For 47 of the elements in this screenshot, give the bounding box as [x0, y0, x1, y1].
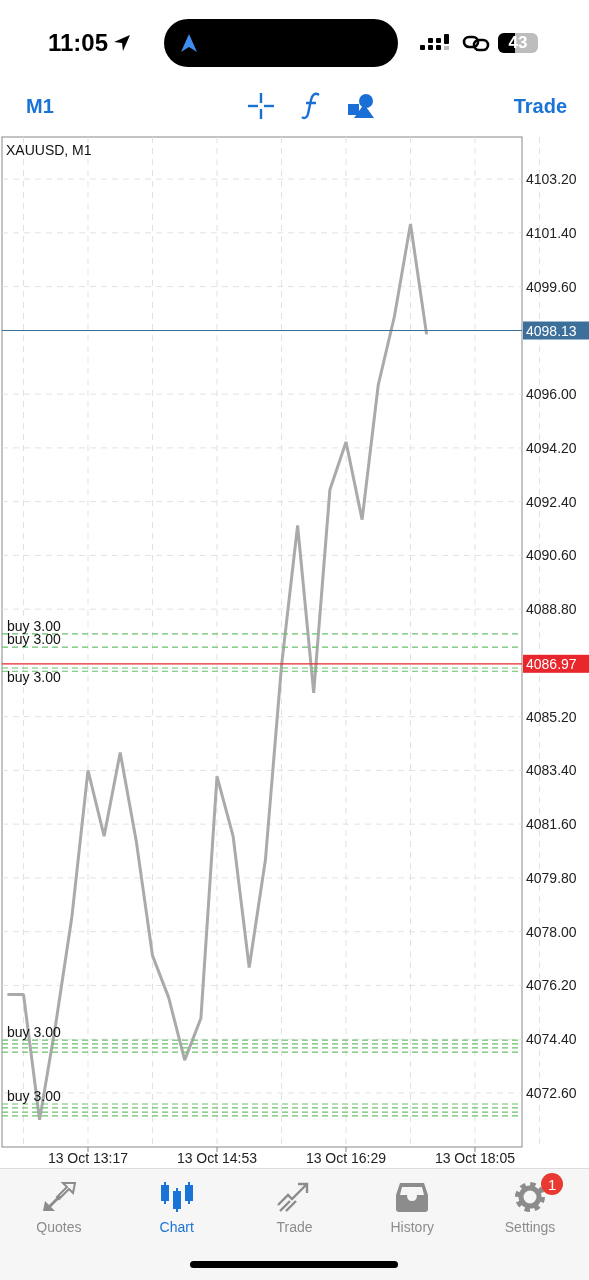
order-label: buy 3.00 — [7, 617, 61, 634]
price-tick: 4083.40 — [526, 762, 577, 779]
ref-line-label: 4098.13 — [526, 322, 577, 339]
price-tick: 4101.40 — [526, 224, 577, 241]
symbol-label: XAUUSD, M1 — [6, 142, 92, 158]
price-tick: 4090.60 — [526, 547, 577, 564]
diagonal-arrows-icon — [40, 1181, 77, 1213]
price-tick: 4092.40 — [526, 493, 577, 510]
price-tick: 4079.80 — [526, 869, 577, 886]
price-tick: 4085.20 — [526, 708, 577, 725]
tab-item[interactable]: History — [353, 1177, 472, 1237]
shapes-icon[interactable] — [346, 92, 375, 120]
order-label: buy 3.00 — [7, 1024, 61, 1041]
price-tag: 4086.97 — [523, 654, 589, 673]
navigation-arrow-icon — [180, 33, 199, 53]
price-tick: 4078.00 — [526, 923, 577, 940]
timeframe-button[interactable]: M1 — [20, 90, 60, 122]
price-tick: 4094.20 — [526, 439, 577, 456]
tab-item[interactable]: Quotes — [0, 1177, 118, 1237]
time-tick: 13 Oct 13:17 — [47, 1150, 129, 1166]
time-tick: 13 Oct 18:05 — [434, 1150, 516, 1166]
order-label: buy 3.00 — [7, 1088, 61, 1104]
price-tick: 4081.60 — [526, 816, 577, 833]
time-tick: 13 Oct 14:53 — [176, 1150, 258, 1166]
trade-button[interactable]: Trade — [507, 90, 573, 122]
price-tick: 4103.20 — [526, 171, 577, 188]
link-icon — [462, 34, 491, 52]
price-tick: 4088.80 — [526, 601, 577, 618]
crosshair-icon[interactable] — [246, 92, 275, 120]
price-tick: 4076.20 — [526, 977, 577, 994]
location-arrow-icon — [112, 33, 133, 53]
tab-item[interactable]: Chart — [117, 1177, 236, 1237]
ref-line-label: 4086.97 — [526, 655, 577, 672]
price-tick: 4099.60 — [526, 278, 577, 295]
function-icon[interactable] — [300, 92, 321, 120]
inbox-tray-icon — [394, 1181, 431, 1213]
candlestick-icon — [158, 1180, 195, 1214]
price-tick: 4096.00 — [526, 386, 577, 403]
price-tick: 4072.60 — [526, 1084, 577, 1101]
price-tag: 4098.13 — [523, 321, 589, 340]
clock-time: 11:05 — [48, 29, 109, 57]
order-label: buy 3.00 — [7, 669, 61, 685]
time-tick: 13 Oct 16:29 — [305, 1150, 387, 1166]
gear-icon — [513, 1180, 548, 1214]
tab-item[interactable]: Trade — [235, 1177, 354, 1237]
price-tick: 4074.40 — [526, 1031, 577, 1048]
notification-badge: 1 — [541, 1173, 564, 1195]
